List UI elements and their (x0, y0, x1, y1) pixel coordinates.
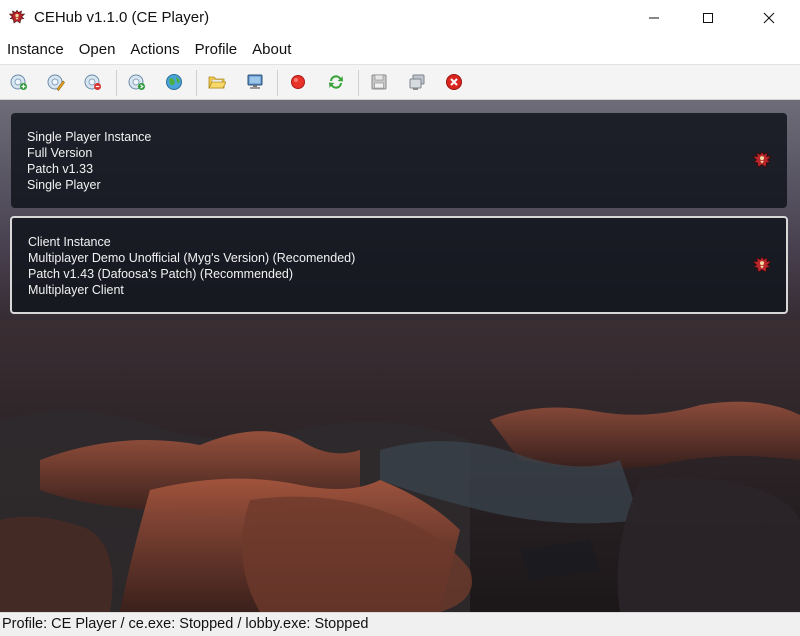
minimize-icon (649, 17, 659, 19)
eagle-emblem-icon (751, 254, 773, 276)
instance-patch: Patch v1.33 (27, 162, 94, 176)
toolbar-separator (358, 70, 359, 96)
toolbar-separator (116, 70, 117, 96)
instance-version: Full Version (27, 146, 93, 160)
menu-about[interactable]: About (245, 36, 299, 64)
import-icon[interactable] (128, 73, 146, 91)
eagle-emblem-icon (751, 149, 773, 171)
status-text: Profile: CE Player / ce.exe: Stopped / l… (2, 616, 369, 632)
menu-open[interactable]: Open (72, 36, 124, 64)
maximize-button[interactable] (685, 0, 731, 36)
close-button[interactable] (746, 0, 792, 36)
copy-icon[interactable] (408, 73, 426, 91)
instance-card-client[interactable]: Client Instance Multiplayer Demo Unoffic… (10, 216, 788, 314)
toolbar (0, 64, 800, 100)
instance-name: Single Player Instance (27, 130, 152, 144)
toolbar-separator (196, 70, 197, 96)
eagle-emblem-icon (8, 8, 26, 26)
record-icon[interactable] (289, 73, 307, 91)
edit-instance-icon[interactable] (47, 73, 65, 91)
instance-name: Client Instance (28, 235, 111, 249)
instance-list-area: Single Player Instance Full Version Patc… (0, 100, 800, 612)
window-title: CEHub v1.1.0 (CE Player) (34, 9, 210, 26)
minimize-button[interactable] (631, 0, 677, 36)
menu-profile[interactable]: Profile (188, 36, 246, 64)
monitor-icon[interactable] (246, 73, 264, 91)
stop-icon[interactable] (445, 73, 463, 91)
status-bar: Profile: CE Player / ce.exe: Stopped / l… (0, 612, 800, 636)
add-instance-icon[interactable] (10, 73, 28, 91)
title-bar: CEHub v1.1.0 (CE Player) (0, 0, 800, 36)
instance-mode: Multiplayer Client (28, 283, 124, 297)
save-icon[interactable] (370, 73, 388, 91)
instance-card-single-player[interactable]: Single Player Instance Full Version Patc… (11, 113, 787, 208)
menu-instance[interactable]: Instance (0, 36, 72, 64)
instance-version: Multiplayer Demo Unofficial (Myg's Versi… (28, 251, 356, 265)
open-folder-icon[interactable] (208, 73, 226, 91)
maximize-icon (703, 13, 713, 23)
globe-icon[interactable] (165, 73, 183, 91)
menu-actions[interactable]: Actions (123, 36, 187, 64)
remove-instance-icon[interactable] (84, 73, 102, 91)
instance-mode: Single Player (27, 178, 101, 192)
menu-bar: Instance Open Actions Profile About (0, 36, 800, 64)
instance-patch: Patch v1.43 (Dafoosa's Patch) (Recommend… (28, 267, 294, 281)
close-icon (763, 12, 775, 24)
toolbar-separator (277, 70, 278, 96)
refresh-icon[interactable] (327, 73, 345, 91)
